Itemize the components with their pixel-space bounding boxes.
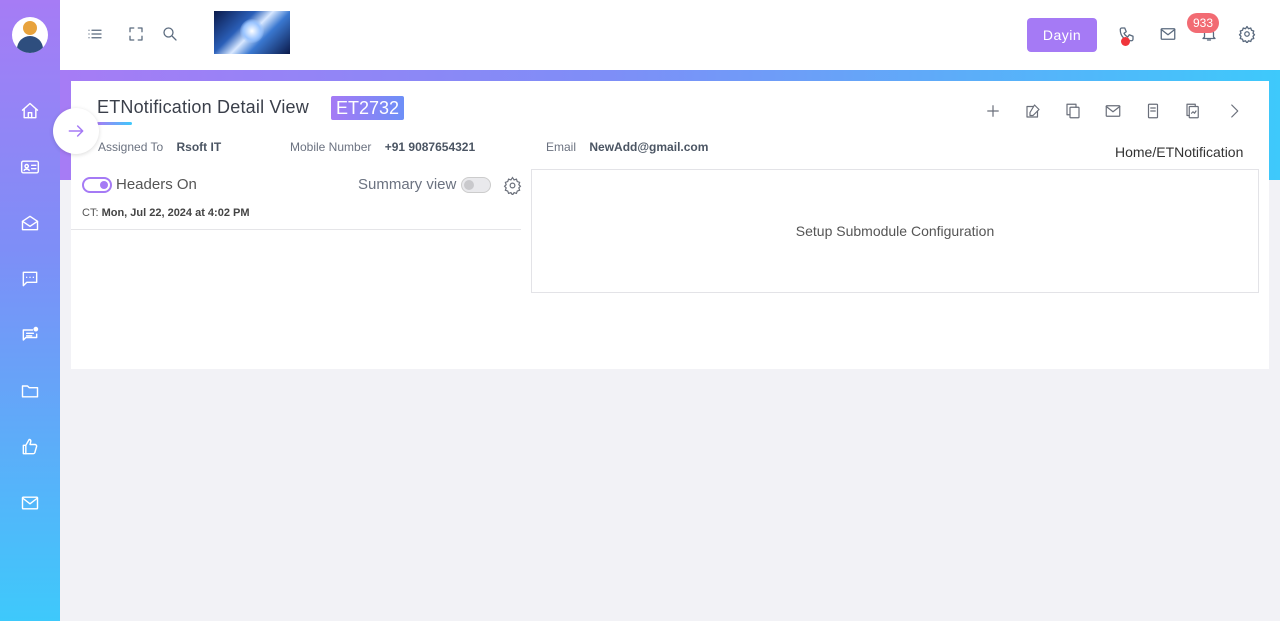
fullscreen-icon[interactable] [124, 22, 148, 46]
search-icon[interactable] [158, 22, 182, 46]
mail-icon[interactable] [18, 491, 42, 515]
report-icon[interactable] [1181, 99, 1205, 123]
summary-view-toggle[interactable] [461, 177, 491, 193]
page-title: ETNotification Detail View [97, 97, 309, 117]
mobile-number: Mobile Number +91 9087654321 [290, 140, 475, 154]
mail-open-icon[interactable] [18, 211, 42, 235]
back-arrow-button[interactable] [53, 108, 99, 154]
logo-image[interactable] [214, 11, 290, 54]
email-icon[interactable] [1101, 99, 1125, 123]
mobile-value: +91 9087654321 [384, 140, 476, 154]
arrow-right-icon [68, 125, 84, 137]
user-avatar[interactable] [12, 17, 48, 53]
headers-toggle-label: Headers On [116, 176, 197, 193]
email: Email NewAdd@gmail.com [546, 140, 708, 154]
topbar: Dayin 933 [60, 0, 1280, 70]
assigned-to: Assigned To Rsoft IT [98, 140, 221, 154]
title-underline [97, 122, 132, 125]
assigned-to-label: Assigned To [98, 140, 164, 154]
message-notification-icon[interactable] [18, 323, 42, 347]
settings-gear-icon[interactable] [1235, 22, 1259, 46]
mail-icon[interactable] [1156, 22, 1180, 46]
edit-icon[interactable] [1021, 99, 1045, 123]
assigned-to-value: Rsoft IT [176, 140, 222, 154]
chat-icon[interactable] [18, 267, 42, 291]
breadcrumb[interactable]: Home/ETNotification [1115, 144, 1243, 160]
email-label: Email [546, 140, 577, 154]
copy-icon[interactable] [1061, 99, 1085, 123]
created-value: Mon, Jul 22, 2024 at 4:02 PM [101, 207, 250, 219]
summary-view-label: Summary view [358, 176, 457, 193]
dayin-button[interactable]: Dayin [1027, 18, 1097, 52]
submodule-config-message[interactable]: Setup Submodule Configuration [796, 223, 994, 239]
settings-gear-icon[interactable] [501, 174, 523, 196]
detail-card: ETNotification Detail View ET2732 Assign… [71, 81, 1269, 369]
id-card-icon[interactable] [18, 155, 42, 179]
created-time: CT: Mon, Jul 22, 2024 at 4:02 PM [82, 207, 250, 219]
divider [71, 229, 521, 230]
folder-icon[interactable] [18, 379, 42, 403]
email-value: NewAdd@gmail.com [589, 140, 709, 154]
add-icon[interactable] [981, 99, 1005, 123]
phone-status-dot [1121, 37, 1130, 46]
mobile-label: Mobile Number [290, 140, 372, 154]
sidebar [0, 0, 60, 621]
submodule-config-panel: Setup Submodule Configuration [531, 169, 1259, 293]
document-icon[interactable] [1141, 99, 1165, 123]
record-id-badge: ET2732 [331, 96, 405, 120]
thumbs-up-icon[interactable] [18, 435, 42, 459]
headers-toggle[interactable] [82, 177, 112, 193]
created-label: CT: [82, 207, 99, 219]
next-chevron-icon[interactable] [1222, 99, 1246, 123]
notification-badge: 933 [1187, 13, 1219, 33]
home-icon[interactable] [18, 99, 42, 123]
menu-list-icon[interactable] [83, 22, 107, 46]
